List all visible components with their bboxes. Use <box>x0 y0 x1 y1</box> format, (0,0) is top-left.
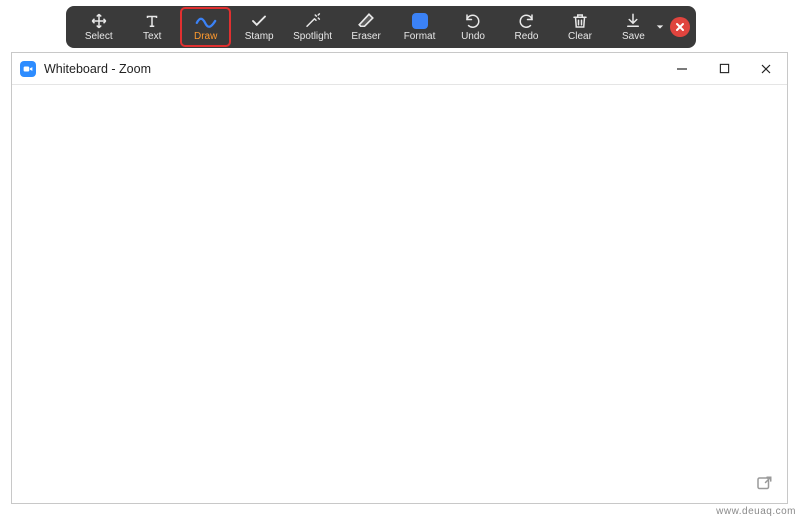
draw-tool-button[interactable]: Draw <box>181 8 230 46</box>
whiteboard-window: Whiteboard - Zoom <box>11 52 788 504</box>
tool-label: Redo <box>515 32 539 42</box>
select-tool-button[interactable]: Select <box>74 8 123 46</box>
format-color-icon <box>412 12 428 30</box>
text-icon <box>143 12 161 30</box>
move-icon <box>90 12 108 30</box>
close-toolbar-button[interactable] <box>670 17 690 37</box>
tool-label: Undo <box>461 32 485 42</box>
popout-icon[interactable] <box>755 475 773 493</box>
whiteboard-canvas[interactable] <box>12 85 787 503</box>
clear-button[interactable]: Clear <box>555 8 604 46</box>
save-button[interactable]: Save <box>609 8 658 46</box>
tool-label: Eraser <box>351 32 380 42</box>
maximize-button[interactable] <box>703 53 745 85</box>
window-titlebar: Whiteboard - Zoom <box>12 53 787 85</box>
stamp-tool-button[interactable]: Stamp <box>234 8 283 46</box>
tool-label: Text <box>143 32 161 42</box>
redo-icon <box>517 12 535 30</box>
download-icon <box>624 12 642 30</box>
tool-label: Select <box>85 32 113 42</box>
trash-icon <box>571 12 589 30</box>
text-tool-button[interactable]: Text <box>127 8 176 46</box>
undo-button[interactable]: Undo <box>448 8 497 46</box>
window-controls <box>661 53 787 85</box>
tool-label: Draw <box>194 32 217 42</box>
tool-label: Clear <box>568 32 592 42</box>
window-title: Whiteboard - Zoom <box>44 62 661 76</box>
close-window-button[interactable] <box>745 53 787 85</box>
tool-label: Save <box>622 32 645 42</box>
minimize-button[interactable] <box>661 53 703 85</box>
undo-icon <box>464 12 482 30</box>
eraser-tool-button[interactable]: Eraser <box>341 8 390 46</box>
spotlight-tool-button[interactable]: Spotlight <box>288 8 337 46</box>
check-icon <box>250 12 268 30</box>
annotation-toolbar: Select Text Draw Stamp S <box>66 6 696 48</box>
save-dropdown-caret[interactable] <box>656 23 664 31</box>
wand-icon <box>304 12 322 30</box>
watermark-text: www.deuaq.com <box>716 506 796 517</box>
tool-label: Stamp <box>245 32 274 42</box>
wave-icon <box>195 12 217 30</box>
zoom-app-icon <box>20 61 36 77</box>
format-tool-button[interactable]: Format <box>395 8 444 46</box>
tool-label: Format <box>404 32 436 42</box>
eraser-icon <box>357 12 375 30</box>
redo-button[interactable]: Redo <box>502 8 551 46</box>
tool-label: Spotlight <box>293 32 332 42</box>
